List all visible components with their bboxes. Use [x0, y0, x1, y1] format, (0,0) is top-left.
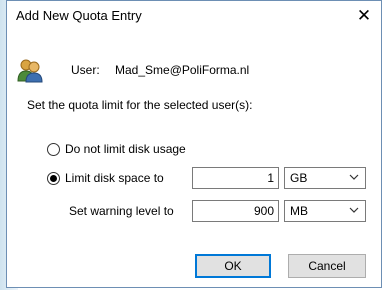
add-quota-dialog: Add New Quota Entry ✕ User: Mad_Sme@Poli…	[6, 0, 382, 288]
limit-unit-value: GB	[290, 171, 308, 185]
limit-value-input[interactable]: 1	[192, 167, 279, 189]
warning-unit-value: MB	[290, 204, 308, 218]
dialog-title: Add New Quota Entry	[16, 8, 142, 23]
ok-button[interactable]: OK	[195, 254, 271, 278]
warning-unit-select[interactable]: MB	[284, 200, 366, 222]
no-limit-radio[interactable]	[47, 143, 60, 156]
chevron-down-icon	[349, 207, 359, 213]
cancel-button[interactable]: Cancel	[288, 254, 366, 278]
chevron-down-icon	[349, 174, 359, 180]
instruction-text: Set the quota limit for the selected use…	[27, 98, 253, 112]
no-limit-label[interactable]: Do not limit disk usage	[65, 142, 186, 156]
title-bar: Add New Quota Entry ✕	[7, 1, 381, 31]
users-icon	[17, 59, 43, 83]
warning-level-label: Set warning level to	[69, 204, 174, 218]
limit-disk-radio[interactable]	[47, 172, 60, 185]
user-value: Mad_Sme@PoliForma.nl	[115, 63, 250, 77]
user-label: User:	[71, 63, 100, 77]
limit-unit-select[interactable]: GB	[284, 167, 366, 189]
warning-value-input[interactable]: 900	[192, 200, 279, 222]
limit-disk-label[interactable]: Limit disk space to	[65, 171, 164, 185]
close-icon[interactable]: ✕	[347, 1, 381, 31]
